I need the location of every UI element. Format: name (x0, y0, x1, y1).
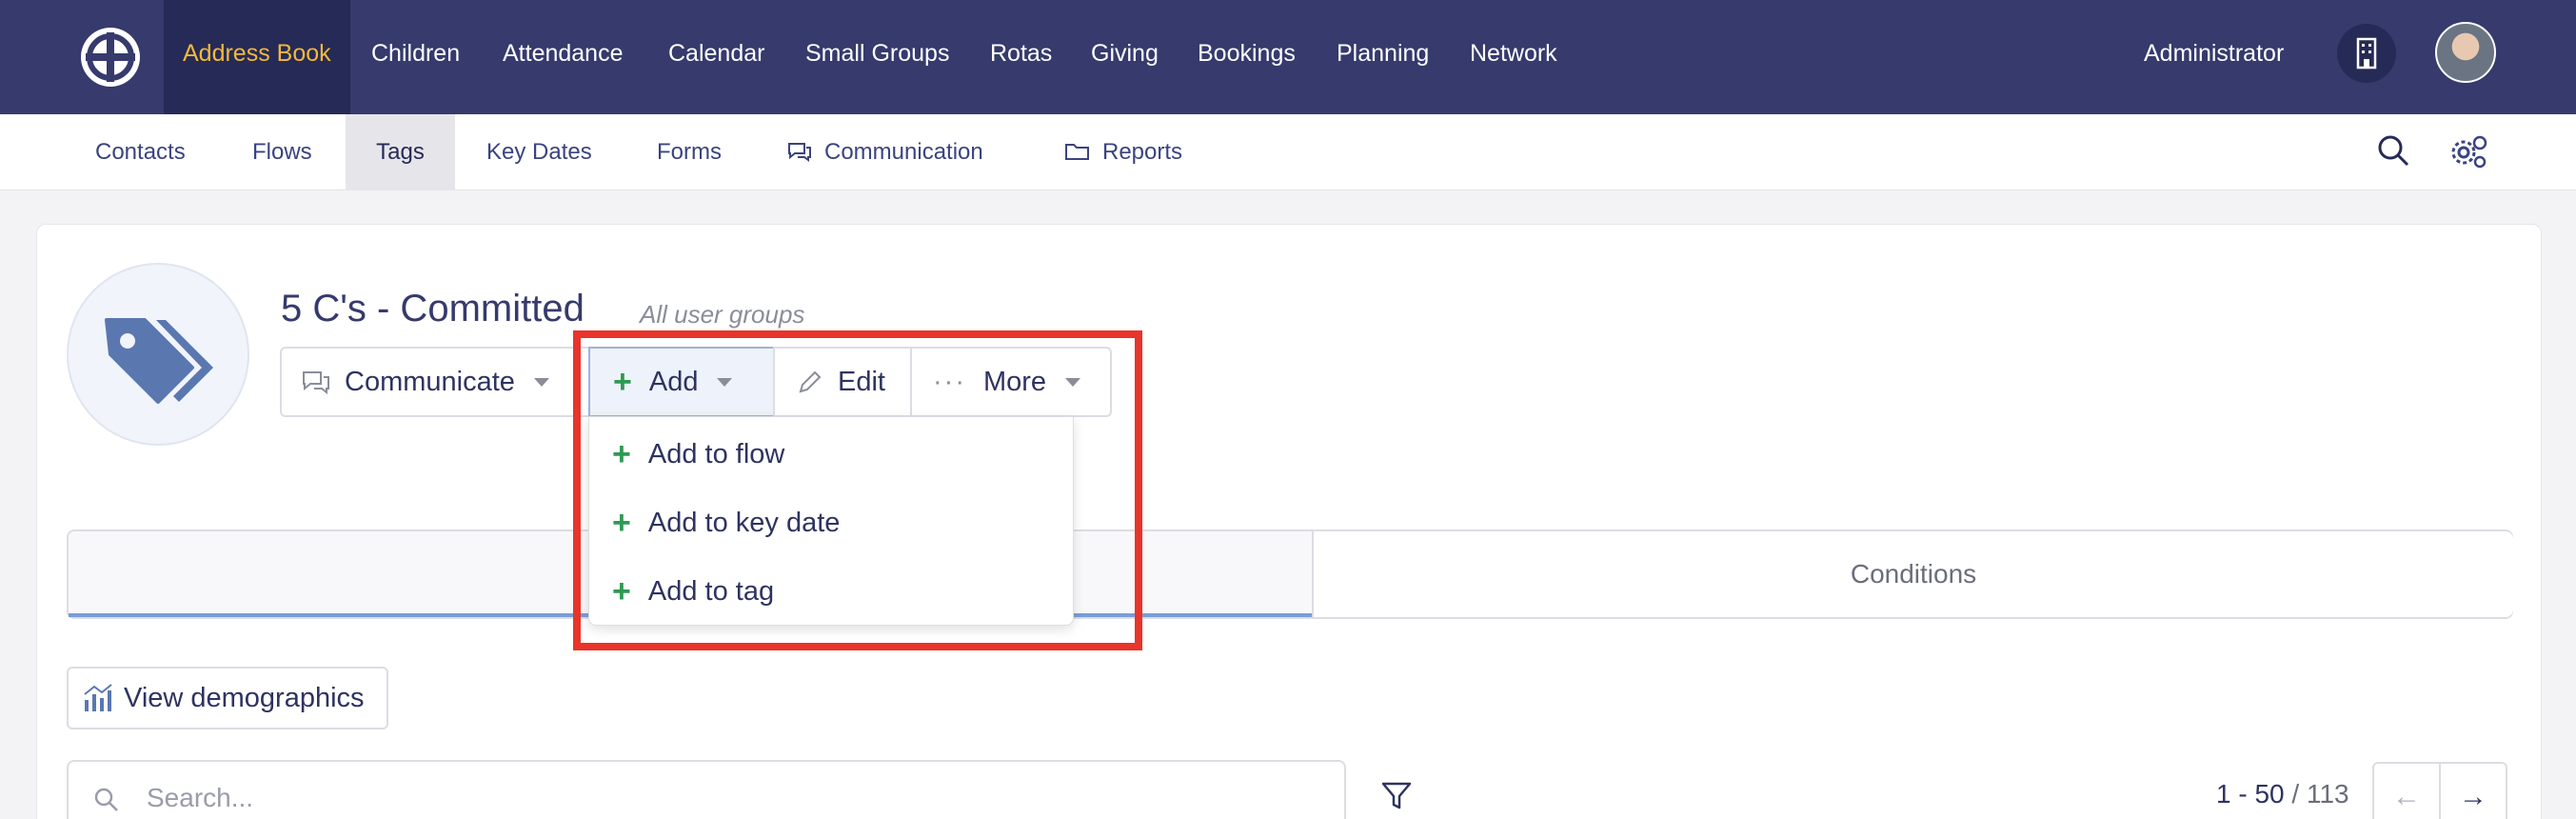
search-input[interactable]: Search... (67, 760, 1346, 819)
nav-children[interactable]: Children (371, 0, 460, 114)
user-menu[interactable]: Administrator (2144, 0, 2284, 114)
settings-icon[interactable] (2448, 133, 2488, 170)
nav-planning[interactable]: Planning (1337, 0, 1429, 114)
building-button[interactable] (2337, 24, 2396, 83)
app-logo-icon[interactable] (80, 27, 141, 88)
folder-icon (1065, 144, 1089, 160)
subnav-reports[interactable]: Reports (1064, 114, 1182, 190)
search-icon (94, 788, 118, 811)
filter-icon[interactable] (1380, 781, 1413, 811)
sub-navigation: Contacts Flows Tags Key Dates Forms Comm… (0, 114, 2576, 190)
nav-bookings[interactable]: Bookings (1198, 0, 1296, 114)
building-icon (2356, 37, 2377, 70)
subnav-communication[interactable]: Communication (786, 114, 983, 190)
reports-label: Reports (1102, 139, 1183, 165)
communication-label: Communication (824, 139, 983, 165)
arrow-right-icon: → (2459, 781, 2487, 812)
subnav-tags[interactable]: Tags (346, 114, 455, 190)
chat-icon (788, 143, 811, 162)
nav-attendance[interactable]: Attendance (503, 0, 624, 114)
search-icon[interactable] (2376, 133, 2410, 168)
highlight-box (573, 330, 1142, 650)
nav-giving[interactable]: Giving (1091, 0, 1159, 114)
nav-address-book[interactable]: Address Book (164, 0, 350, 114)
tag-scope: All user groups (640, 300, 805, 329)
avatar[interactable] (2435, 22, 2496, 83)
page-title: 5 C's - Committed (281, 288, 585, 330)
chat-icon (303, 371, 329, 395)
nav-small-groups[interactable]: Small Groups (805, 0, 949, 114)
tag-avatar (67, 263, 249, 446)
subnav-flows[interactable]: Flows (252, 114, 312, 190)
tag-icon (105, 318, 213, 404)
subnav-forms[interactable]: Forms (657, 114, 722, 190)
subnav-contacts[interactable]: Contacts (95, 114, 186, 190)
page-total: / 113 (2291, 779, 2349, 809)
caret-down-icon (533, 377, 549, 387)
communicate-label: Communicate (345, 366, 515, 397)
communicate-button[interactable]: Communicate (280, 347, 590, 417)
nav-network[interactable]: Network (1470, 0, 1557, 114)
next-page-button[interactable]: → (2439, 762, 2507, 819)
page-range: 1 - 50 (2216, 779, 2285, 809)
view-demographics-label: View demographics (124, 682, 365, 713)
view-demographics-button[interactable]: View demographics (67, 667, 388, 729)
prev-page-button[interactable]: ← (2372, 762, 2441, 819)
chart-icon (84, 684, 112, 711)
tab-bar: Conditions (67, 529, 2513, 619)
nav-calendar[interactable]: Calendar (668, 0, 764, 114)
subnav-key-dates[interactable]: Key Dates (486, 114, 592, 190)
arrow-left-icon: ← (2392, 781, 2421, 812)
pagination-info: 1 - 50 / 113 (2216, 779, 2349, 809)
tab-conditions[interactable]: Conditions (1312, 531, 2513, 617)
search-placeholder: Search... (147, 783, 254, 812)
nav-rotas[interactable]: Rotas (990, 0, 1052, 114)
top-navigation: Address Book Children Attendance Calenda… (0, 0, 2576, 114)
